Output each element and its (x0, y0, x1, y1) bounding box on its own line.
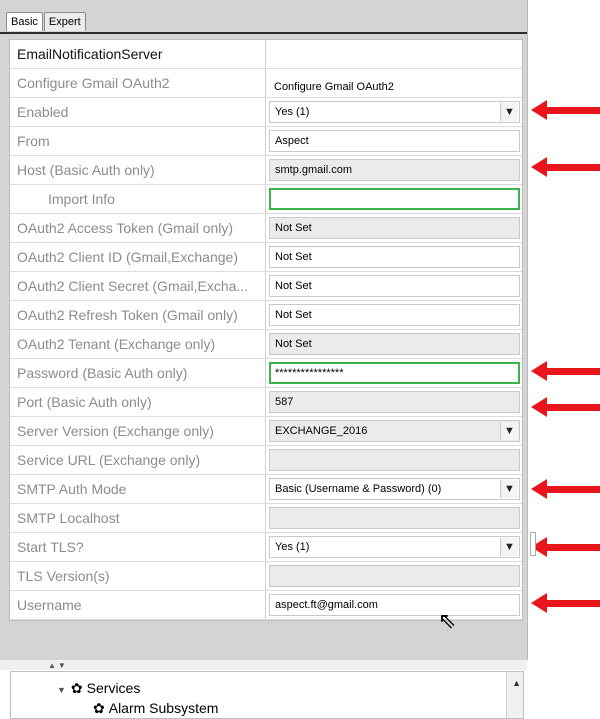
tab-expert[interactable]: Expert (43, 12, 86, 31)
scroll-up-icon[interactable]: ▲ (512, 678, 521, 688)
oauth2-refresh-token-field[interactable]: Not Set (269, 304, 520, 326)
grid-header-row: EmailNotificationServer (10, 40, 522, 69)
property-label: OAuth2 Client ID (Gmail,Exchange) (10, 243, 266, 271)
grid-header-title: EmailNotificationServer (10, 40, 266, 68)
property-label: Configure Gmail OAuth2 (10, 69, 266, 97)
chevron-down-icon[interactable]: ▼ (500, 422, 518, 440)
property-label: Server Version (Exchange only) (10, 417, 266, 445)
property-label: Port (Basic Auth only) (10, 388, 266, 416)
enabled-value: Yes (1) (275, 106, 310, 118)
table-row: SMTP Auth Mode Basic (Username & Passwor… (10, 475, 522, 504)
annotation-arrow (531, 397, 600, 417)
table-row: From Aspect (10, 127, 522, 156)
annotation-arrow (531, 479, 600, 499)
tree-item-label: Services (86, 680, 141, 696)
property-label: OAuth2 Refresh Token (Gmail only) (10, 301, 266, 329)
property-label: Import Info (10, 185, 266, 213)
annotation-arrow (531, 157, 600, 177)
table-row: OAuth2 Client ID (Gmail,Exchange) Not Se… (10, 243, 522, 272)
gear-icon: ✿ (70, 680, 83, 696)
service-url-field[interactable] (269, 449, 520, 471)
property-label: Start TLS? (10, 533, 266, 561)
property-label: OAuth2 Tenant (Exchange only) (10, 330, 266, 358)
tab-basic[interactable]: Basic (6, 12, 43, 31)
splitter-arrows-icon[interactable]: ▲▼ (48, 661, 68, 670)
property-label: From (10, 127, 266, 155)
property-label: OAuth2 Client Secret (Gmail,Excha... (10, 272, 266, 300)
chevron-down-icon[interactable]: ▼ (500, 480, 518, 498)
configure-oauth-button[interactable]: Configure Gmail OAuth2 (269, 77, 520, 99)
mouse-cursor-icon: ⇖ (438, 608, 457, 633)
property-label: TLS Version(s) (10, 562, 266, 590)
smtp-localhost-field[interactable] (269, 507, 520, 529)
annotation-arrow (531, 537, 600, 557)
table-row: Port (Basic Auth only) 587 (10, 388, 522, 417)
gear-icon: ✿ (93, 700, 105, 716)
property-label: Host (Basic Auth only) (10, 156, 266, 184)
annotation-arrow (531, 100, 600, 120)
annotation-arrow (531, 593, 600, 613)
username-field[interactable]: aspect.ft@gmail.com (269, 594, 520, 616)
from-field[interactable]: Aspect (269, 130, 520, 152)
table-row: SMTP Localhost (10, 504, 522, 533)
table-row: OAuth2 Tenant (Exchange only) Not Set (10, 330, 522, 359)
table-row: Password (Basic Auth only) *************… (10, 359, 522, 388)
tree-scrollbar[interactable]: ▲ (506, 672, 523, 718)
annotation-arrow (531, 361, 600, 381)
property-label: SMTP Auth Mode (10, 475, 266, 503)
oauth2-tenant-field[interactable]: Not Set (269, 333, 520, 355)
tls-version-field[interactable] (269, 565, 520, 587)
port-field[interactable]: 587 (269, 391, 520, 413)
property-grid: EmailNotificationServer Configure Gmail … (9, 39, 523, 621)
tab-divider (0, 32, 527, 34)
tree-item-services[interactable]: ▼ ✿ Services (57, 680, 140, 697)
grid-header-value (266, 40, 522, 68)
expander-icon[interactable]: ▼ (57, 685, 66, 695)
smtp-auth-mode-select[interactable]: Basic (Username & Password) (0) ▼ (269, 478, 520, 500)
tree-item-alarm-subsystem[interactable]: ✿ Alarm Subsystem (93, 700, 218, 717)
table-row: TLS Version(s) (10, 562, 522, 591)
oauth2-client-id-field[interactable]: Not Set (269, 246, 520, 268)
property-label: SMTP Localhost (10, 504, 266, 532)
tab-strip: Basic Expert (6, 12, 87, 32)
table-row: Configure Gmail OAuth2 Configure Gmail O… (10, 69, 522, 98)
resize-handle[interactable] (530, 532, 536, 556)
server-version-value: EXCHANGE_2016 (275, 425, 368, 437)
table-row: Service URL (Exchange only) (10, 446, 522, 475)
table-row: Start TLS? Yes (1) ▼ (10, 533, 522, 562)
server-version-select[interactable]: EXCHANGE_2016 ▼ (269, 420, 520, 442)
table-row: OAuth2 Access Token (Gmail only) Not Set (10, 214, 522, 243)
table-row: Import Info (10, 185, 522, 214)
host-field[interactable]: smtp.gmail.com (269, 159, 520, 181)
oauth2-access-token-field[interactable]: Not Set (269, 217, 520, 239)
property-label: OAuth2 Access Token (Gmail only) (10, 214, 266, 242)
property-label: Enabled (10, 98, 266, 126)
table-row: OAuth2 Refresh Token (Gmail only) Not Se… (10, 301, 522, 330)
properties-panel: Basic Expert EmailNotificationServer Con… (0, 0, 528, 660)
password-field[interactable]: **************** (269, 362, 520, 384)
property-label: Username (10, 591, 266, 619)
enabled-select[interactable]: Yes (1) ▼ (269, 101, 520, 123)
table-row: OAuth2 Client Secret (Gmail,Excha... Not… (10, 272, 522, 301)
pane-splitter[interactable] (0, 660, 527, 670)
start-tls-value: Yes (1) (275, 541, 310, 553)
table-row: Host (Basic Auth only) smtp.gmail.com (10, 156, 522, 185)
smtp-auth-mode-value: Basic (Username & Password) (0) (275, 483, 442, 495)
navigation-tree: ▼ ✿ Services ✿ Alarm Subsystem ▲ (10, 671, 524, 719)
table-row: Enabled Yes (1) ▼ (10, 98, 522, 127)
oauth2-client-secret-field[interactable]: Not Set (269, 275, 520, 297)
start-tls-select[interactable]: Yes (1) ▼ (269, 536, 520, 558)
chevron-down-icon[interactable]: ▼ (500, 103, 518, 121)
property-label: Password (Basic Auth only) (10, 359, 266, 387)
import-info-field[interactable] (269, 188, 520, 210)
property-label: Service URL (Exchange only) (10, 446, 266, 474)
tree-item-label: Alarm Subsystem (108, 700, 219, 716)
table-row: Server Version (Exchange only) EXCHANGE_… (10, 417, 522, 446)
chevron-down-icon[interactable]: ▼ (500, 538, 518, 556)
